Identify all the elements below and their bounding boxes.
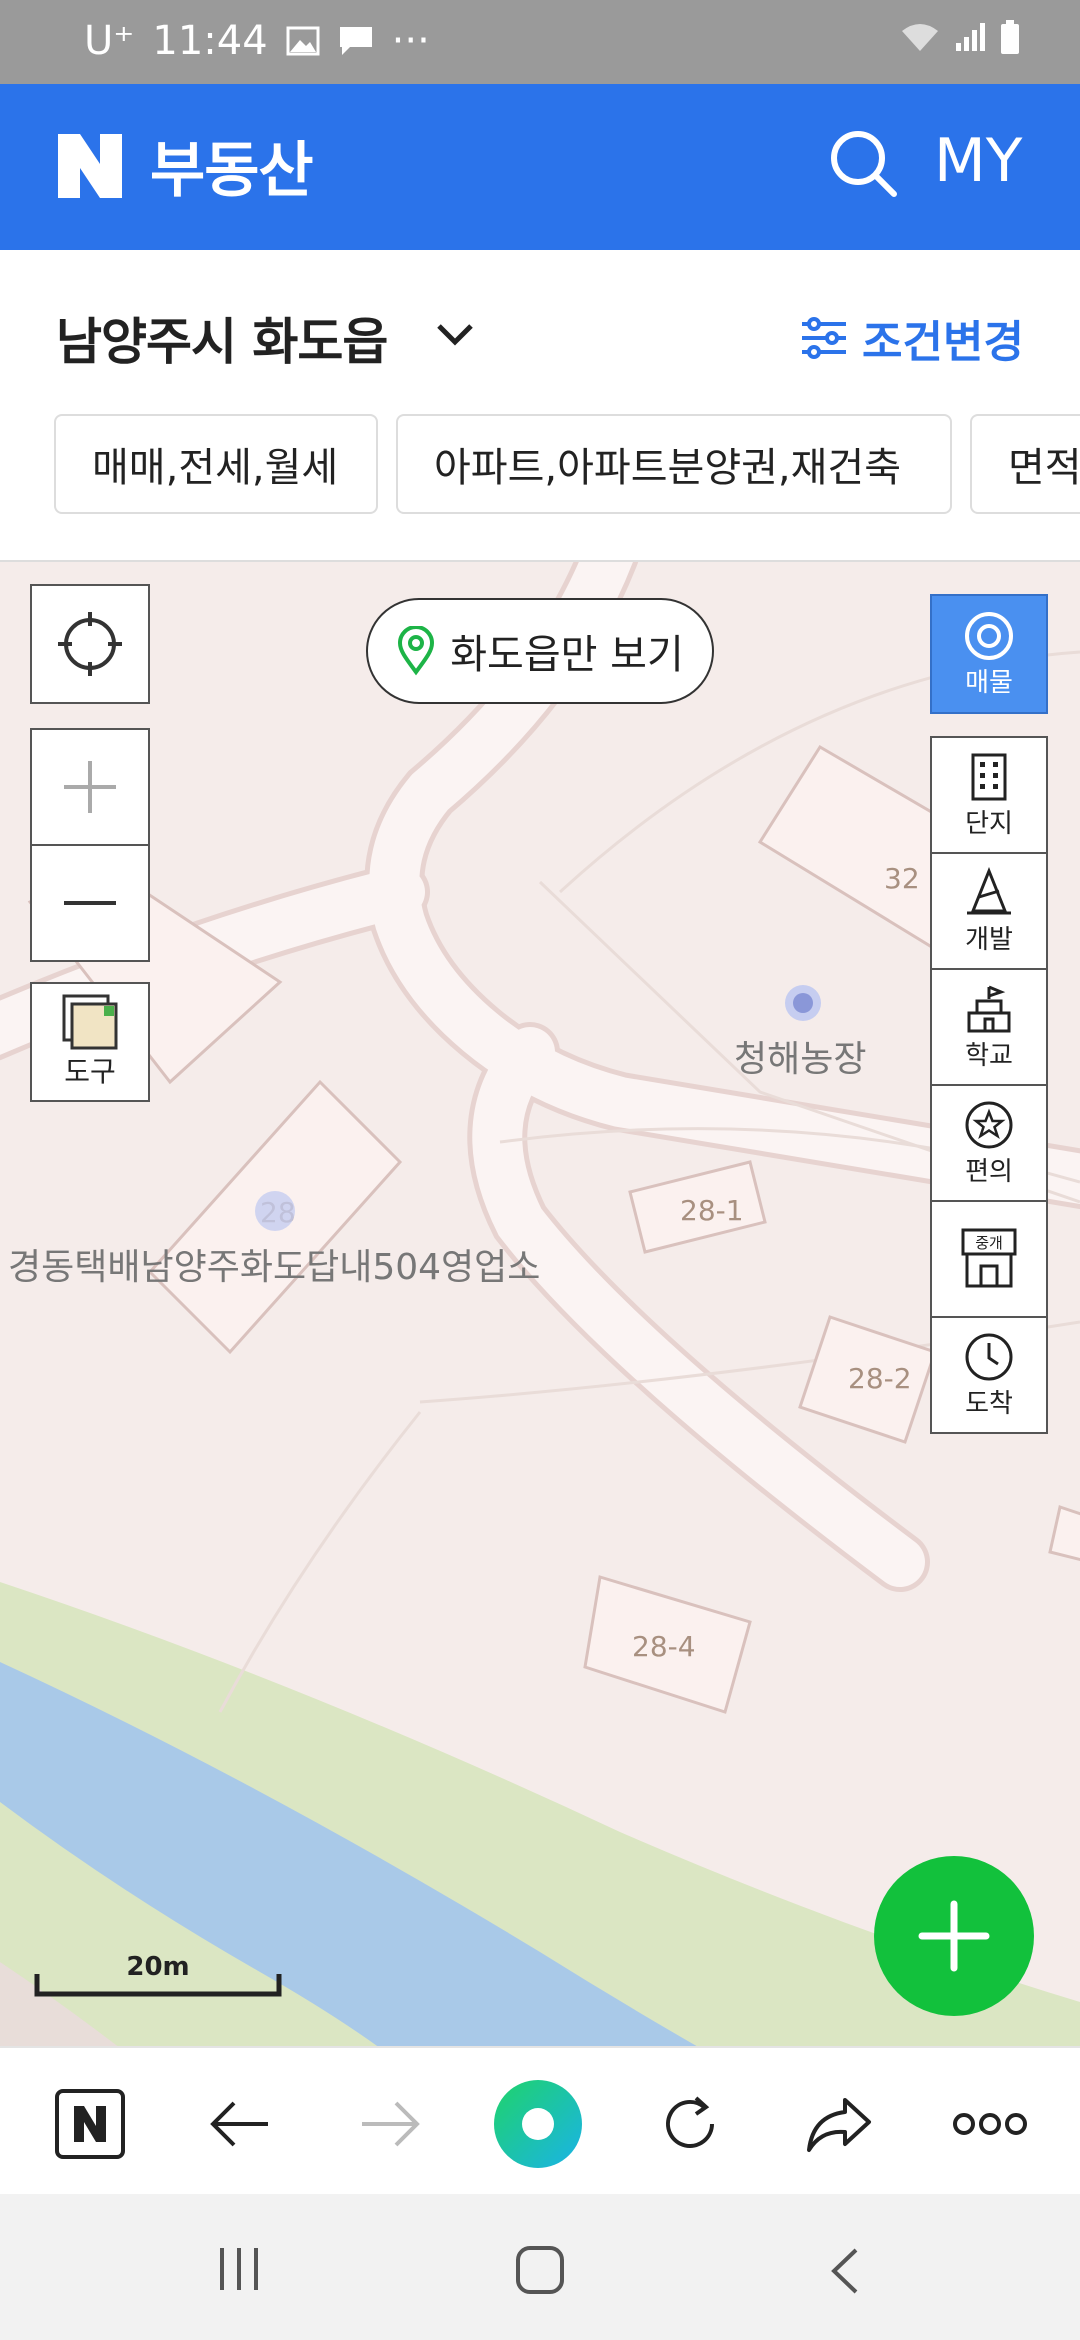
filter-chip-property-type[interactable]: 아파트,아파트분양권,재건축 <box>396 414 952 514</box>
lot-label: 28-2 <box>848 1362 912 1395</box>
map-view[interactable]: 32 28-1 28-2 28-4 28 청해농장 경동택배남양주화도답내504… <box>0 560 1080 2048</box>
condition-change-label: 조건변경 <box>862 317 1024 368</box>
arrow-left-icon <box>210 2101 268 2147</box>
home-icon[interactable] <box>514 2244 566 2296</box>
share-button[interactable] <box>800 2084 880 2164</box>
lot-label: 28-1 <box>680 1194 744 1227</box>
tools-label: 도구 <box>64 1055 116 1088</box>
poi-marker-icon[interactable] <box>782 982 824 1024</box>
browser-toolbar <box>0 2046 1080 2196</box>
area-only-filter-button[interactable]: 화도읍만 보기 <box>366 598 714 704</box>
location-pin-icon <box>398 626 435 676</box>
home-n-button[interactable] <box>50 2084 130 2164</box>
crosshair-icon <box>58 612 122 676</box>
map-canvas <box>0 562 1080 2048</box>
chevron-down-icon[interactable] <box>435 320 475 350</box>
naver-logo[interactable] <box>58 134 122 198</box>
back-button[interactable] <box>200 2084 280 2164</box>
side-button-label: 단지 <box>965 808 1013 839</box>
building-icon <box>971 753 1007 800</box>
arrow-right-icon <box>362 2101 420 2147</box>
cone-icon <box>967 866 1011 914</box>
svg-text:중개: 중개 <box>975 1234 1003 1252</box>
signal-icon <box>956 23 985 51</box>
add-listing-button[interactable] <box>874 1856 1034 2016</box>
app-header: 부동산 MY <box>0 84 1080 250</box>
side-button-label: 학교 <box>965 1040 1013 1071</box>
star-icon <box>965 1101 1013 1148</box>
message-icon <box>339 27 372 55</box>
forward-button[interactable] <box>350 2084 430 2164</box>
minus-icon <box>64 901 116 905</box>
naver-n-icon <box>55 2089 125 2159</box>
side-button-complex[interactable]: 단지 <box>930 736 1048 854</box>
gallery-icon <box>286 26 320 56</box>
school-icon <box>967 985 1011 1032</box>
refresh-button[interactable] <box>650 2084 730 2164</box>
side-button-agency[interactable]: 중개 <box>930 1200 1048 1318</box>
search-icon[interactable] <box>828 128 898 198</box>
refresh-icon <box>666 2096 714 2148</box>
area-only-label: 화도읍만 보기 <box>450 632 684 678</box>
zoom-out-button[interactable] <box>30 844 150 962</box>
filter-sliders-icon <box>802 317 846 359</box>
agency-icon: 중개 <box>961 1228 1017 1288</box>
side-button-listings[interactable]: 매물 <box>930 594 1048 714</box>
plus-icon <box>64 761 116 813</box>
location-selector[interactable]: 남양주시 화도읍 <box>56 302 388 374</box>
side-button-arrival[interactable]: 도착 <box>930 1316 1048 1434</box>
side-button-label: 개발 <box>965 924 1013 955</box>
filter-chips: 매매,전세,월세 아파트,아파트분양권,재건축 면적 <box>0 412 1080 558</box>
poi-farm-label[interactable]: 청해농장 <box>734 1030 866 1082</box>
poi-marker-icon[interactable] <box>252 1188 298 1234</box>
listing-target-icon <box>965 611 1013 660</box>
more-notifications: ··· <box>391 18 430 64</box>
zoom-in-button[interactable] <box>30 728 150 846</box>
carrier-label: U⁺ <box>84 18 135 64</box>
side-button-label: 도착 <box>965 1388 1013 1419</box>
side-button-school[interactable]: 학교 <box>930 968 1048 1086</box>
back-nav-icon[interactable] <box>826 2246 862 2296</box>
filter-chip-area[interactable]: 면적 <box>970 414 1080 514</box>
side-button-label: 편의 <box>965 1156 1013 1187</box>
green-dot-button[interactable] <box>492 2078 584 2170</box>
recent-apps-icon[interactable] <box>214 2244 264 2294</box>
system-nav-bar <box>0 2194 1080 2340</box>
map-scale: 20m <box>34 1952 282 1998</box>
poi-delivery-label[interactable]: 경동택배남양주화도답내504영업소 <box>8 1238 540 1290</box>
tools-button[interactable]: 도구 <box>30 982 150 1102</box>
layers-icon <box>62 994 118 1050</box>
plus-icon <box>918 1900 990 1972</box>
clock: 11:44 <box>152 18 268 64</box>
my-location-button[interactable] <box>30 584 150 704</box>
side-button-label: 매물 <box>965 667 1013 698</box>
filter-chip-trade-type[interactable]: 매매,전세,월세 <box>54 414 378 514</box>
my-page-button[interactable]: MY <box>934 126 1022 196</box>
wifi-icon <box>902 24 938 51</box>
green-dot-icon <box>494 2080 582 2168</box>
side-button-development[interactable]: 개발 <box>930 852 1048 970</box>
location-row: 남양주시 화도읍 조건변경 <box>0 250 1080 410</box>
share-arrow-icon <box>807 2098 871 2152</box>
lot-label: 28-4 <box>632 1630 696 1663</box>
side-button-convenience[interactable]: 편의 <box>930 1084 1048 1202</box>
lot-label: 32 <box>884 862 920 895</box>
status-bar: U⁺ 11:44 ··· <box>0 0 1080 84</box>
condition-change-button[interactable]: 조건변경 <box>800 306 1024 370</box>
clock-icon <box>965 1333 1013 1380</box>
page-title: 부동산 <box>150 136 314 206</box>
more-dots-icon <box>953 2113 1027 2135</box>
more-menu-button[interactable] <box>950 2084 1030 2164</box>
battery-icon <box>1001 20 1019 54</box>
scale-bar-icon <box>34 1974 282 1997</box>
